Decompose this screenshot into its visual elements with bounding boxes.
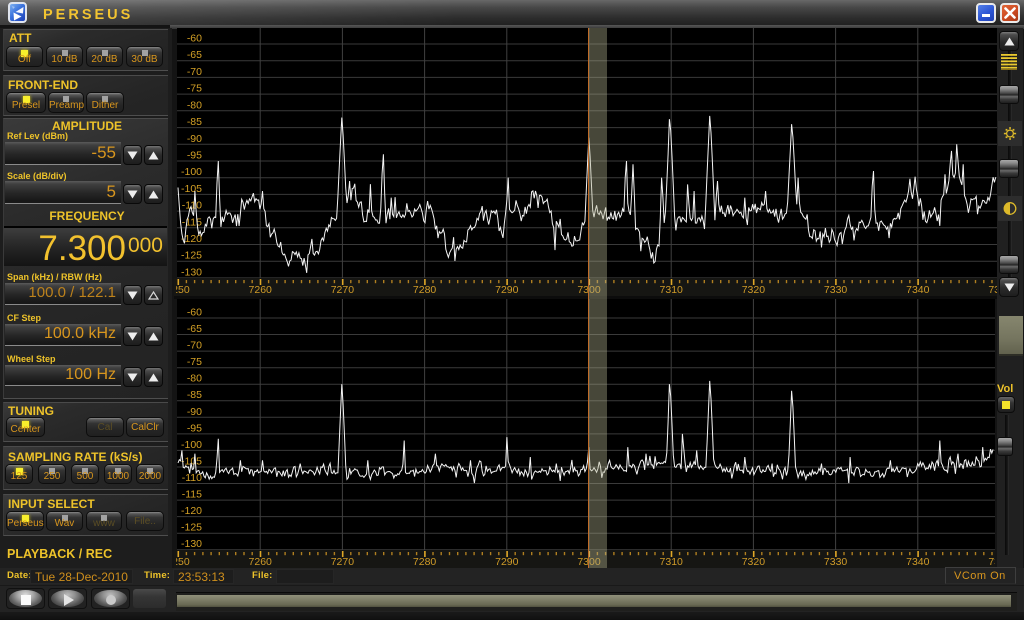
svg-text:7330: 7330 — [824, 284, 848, 296]
svg-text:-100: -100 — [181, 439, 202, 451]
svg-text:-65: -65 — [187, 49, 202, 61]
svg-text:-70: -70 — [187, 66, 202, 78]
svg-text:7350: 7350 — [988, 284, 997, 296]
svg-text:7260: 7260 — [249, 284, 273, 296]
svg-text:-95: -95 — [187, 150, 202, 162]
svg-text:-80: -80 — [187, 99, 202, 111]
svg-text:7290: 7290 — [495, 556, 519, 568]
svg-text:7280: 7280 — [413, 556, 437, 568]
svg-text:-125: -125 — [181, 522, 202, 534]
svg-text:-90: -90 — [187, 406, 202, 418]
svg-text:-120: -120 — [181, 505, 202, 517]
svg-text:-115: -115 — [182, 216, 202, 228]
svg-text:-70: -70 — [187, 340, 202, 352]
svg-text:7290: 7290 — [495, 284, 519, 296]
svg-text:-85: -85 — [187, 116, 202, 128]
svg-text:-60: -60 — [187, 307, 202, 319]
svg-text:-95: -95 — [187, 422, 202, 434]
svg-text:7260: 7260 — [249, 556, 273, 568]
svg-text:-90: -90 — [187, 133, 202, 145]
svg-text:-80: -80 — [187, 373, 202, 385]
svg-text:-75: -75 — [187, 83, 202, 95]
svg-text:-65: -65 — [187, 323, 202, 335]
svg-text:7310: 7310 — [660, 284, 684, 296]
svg-text:7330: 7330 — [824, 556, 848, 568]
svg-text:7250: 7250 — [176, 284, 190, 296]
svg-text:7320: 7320 — [742, 556, 766, 568]
svg-text:-60: -60 — [187, 33, 202, 45]
svg-text:7340: 7340 — [906, 284, 930, 296]
svg-text:-130: -130 — [181, 538, 202, 550]
svg-text:7320: 7320 — [742, 284, 766, 296]
svg-text:-110: -110 — [182, 472, 202, 484]
svg-text:7270: 7270 — [331, 284, 355, 296]
svg-text:-115: -115 — [182, 489, 202, 501]
svg-text:-105: -105 — [181, 183, 202, 195]
svg-text:-75: -75 — [187, 356, 202, 368]
svg-text:-100: -100 — [181, 166, 202, 178]
svg-text:7310: 7310 — [660, 556, 684, 568]
svg-text:7270: 7270 — [331, 556, 355, 568]
svg-text:-130: -130 — [181, 266, 202, 278]
svg-text:7250: 7250 — [176, 556, 190, 568]
svg-text:-125: -125 — [181, 250, 202, 262]
svg-text:-85: -85 — [187, 389, 202, 401]
svg-text:7340: 7340 — [906, 556, 930, 568]
svg-text:7280: 7280 — [413, 284, 437, 296]
